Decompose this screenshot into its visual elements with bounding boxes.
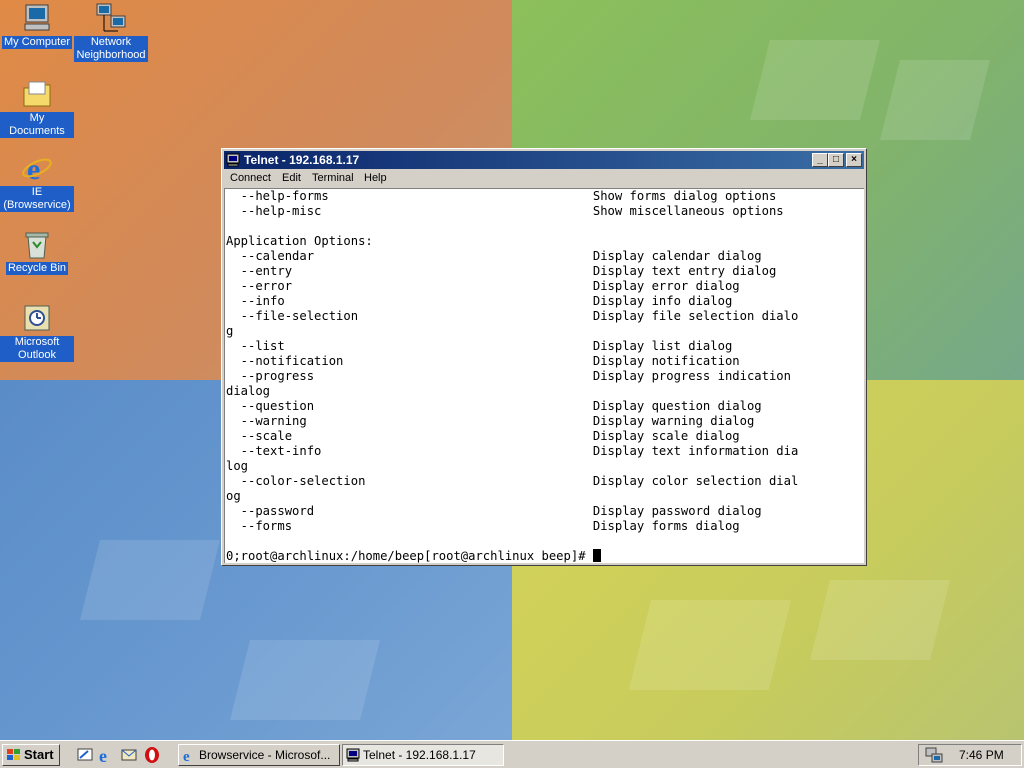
menu-edit[interactable]: Edit <box>282 172 301 184</box>
desktop-icon-my-computer[interactable]: My Computer <box>0 2 74 49</box>
terminal-line: --info Display info dialog <box>226 294 733 308</box>
desktop-icon-label: My Computer <box>1 36 73 49</box>
taskbar-button-browservice[interactable]: e Browservice - Microsof... <box>178 744 340 766</box>
telnet-window[interactable]: Telnet - 192.168.1.17 _ □ × Connect Edit… <box>221 148 867 566</box>
maximize-button[interactable]: □ <box>828 153 844 167</box>
internet-explorer-icon: e <box>21 152 53 186</box>
desktop-icon-label: Microsoft Outlook <box>0 336 74 362</box>
minimize-icon: _ <box>817 154 823 165</box>
desktop-icon-recycle-bin[interactable]: Recycle Bin <box>0 228 74 275</box>
wallpaper-tile <box>750 40 880 120</box>
terminal-line: --entry Display text entry dialog <box>226 264 777 278</box>
network-neighborhood-icon <box>95 2 127 34</box>
terminal-line: g <box>226 324 234 338</box>
terminal-line: --text-info Display text information dia <box>226 444 799 458</box>
terminal-line: --question Display question dialog <box>226 399 762 413</box>
svg-text:e: e <box>27 153 40 184</box>
taskbar: Start e e Browservice - Microsof... Teln… <box>0 740 1024 768</box>
close-button[interactable]: × <box>846 153 862 167</box>
my-computer-icon <box>21 2 53 34</box>
internet-explorer-icon: e <box>183 749 190 762</box>
svg-text:e: e <box>183 749 190 762</box>
outlook-icon <box>21 302 53 334</box>
menu-connect[interactable]: Connect <box>230 172 271 184</box>
outlook-express-icon[interactable] <box>120 746 138 764</box>
terminal-line: log <box>226 459 249 473</box>
taskbar-button-label: Browservice - Microsof... <box>199 748 331 762</box>
window-title-bar[interactable]: Telnet - 192.168.1.17 _ □ × <box>224 151 864 169</box>
wallpaper-tile <box>80 540 220 620</box>
telnet-icon <box>226 153 240 167</box>
terminal-line: --notification Display notification <box>226 354 740 368</box>
terminal-area[interactable]: --help-forms Show forms dialog options -… <box>224 188 864 563</box>
internet-explorer-icon[interactable]: e <box>97 746 115 766</box>
terminal-line: --calendar Display calendar dialog <box>226 249 762 263</box>
desktop-icon-outlook[interactable]: Microsoft Outlook <box>0 302 74 362</box>
menu-terminal[interactable]: Terminal <box>312 172 354 184</box>
desktop-icon-ie[interactable]: e IE (Browservice) <box>0 152 74 212</box>
taskbar-button-label: Telnet - 192.168.1.17 <box>363 748 476 762</box>
telnet-icon <box>346 748 360 762</box>
terminal-line: --file-selection Display file selection … <box>226 309 799 323</box>
desktop-icon-label: Recycle Bin <box>5 262 69 275</box>
recycle-bin-icon <box>21 228 53 260</box>
terminal-line: --help-forms Show forms dialog options <box>226 189 777 203</box>
system-tray: 7:46 PM <box>918 744 1022 766</box>
opera-icon[interactable] <box>143 746 161 764</box>
wallpaper-tile <box>628 600 792 690</box>
terminal-line: --color-selection Display color selectio… <box>226 474 799 488</box>
terminal-prompt: 0;root@archlinux:/home/beep[root@archlin… <box>226 549 593 563</box>
desktop-icon-network-neighborhood[interactable]: Network Neighborhood <box>74 2 148 62</box>
terminal-line: og <box>226 489 241 503</box>
wallpaper-tile <box>810 580 950 660</box>
show-desktop-icon[interactable] <box>76 746 94 764</box>
taskbar-button-telnet[interactable]: Telnet - 192.168.1.17 <box>342 744 504 766</box>
menu-help[interactable]: Help <box>364 172 387 184</box>
terminal-line: --error Display error dialog <box>226 279 740 293</box>
terminal-line: Application Options: <box>226 234 373 248</box>
wallpaper-tile <box>230 640 380 720</box>
start-button[interactable]: Start <box>2 744 60 766</box>
windows-logo-icon <box>7 749 20 760</box>
window-title: Telnet - 192.168.1.17 <box>244 153 360 167</box>
terminal-line: --warning Display warning dialog <box>226 414 755 428</box>
start-label: Start <box>24 747 54 762</box>
desktop-icon-label: My Documents <box>0 112 74 138</box>
terminal-line: dialog <box>226 384 271 398</box>
terminal-line: --progress Display progress indication <box>226 369 791 383</box>
terminal-cursor <box>592 549 601 562</box>
menu-bar: Connect Edit Terminal Help <box>224 170 864 187</box>
maximize-icon: □ <box>832 154 840 165</box>
terminal-line: --scale Display scale dialog <box>226 429 740 443</box>
close-icon: × <box>851 154 857 165</box>
svg-text:e: e <box>99 746 107 764</box>
terminal-line: --forms Display forms dialog <box>226 519 740 533</box>
desktop-icon-label: Network Neighborhood <box>74 36 148 62</box>
clock[interactable]: 7:46 PM <box>959 745 1004 765</box>
minimize-button[interactable]: _ <box>812 153 828 167</box>
terminal-line: --list Display list dialog <box>226 339 733 353</box>
my-documents-icon <box>21 78 53 110</box>
network-tray-icon[interactable] <box>925 747 943 763</box>
desktop-icon-my-documents[interactable]: My Documents <box>0 78 74 138</box>
desktop-icon-label: IE (Browservice) <box>0 186 74 212</box>
terminal-line: --password Display password dialog <box>226 504 762 518</box>
terminal-prompt-line: 0;root@archlinux:/home/beep[root@archlin… <box>226 549 601 563</box>
terminal-line: --help-misc Show miscellaneous options <box>226 204 784 218</box>
